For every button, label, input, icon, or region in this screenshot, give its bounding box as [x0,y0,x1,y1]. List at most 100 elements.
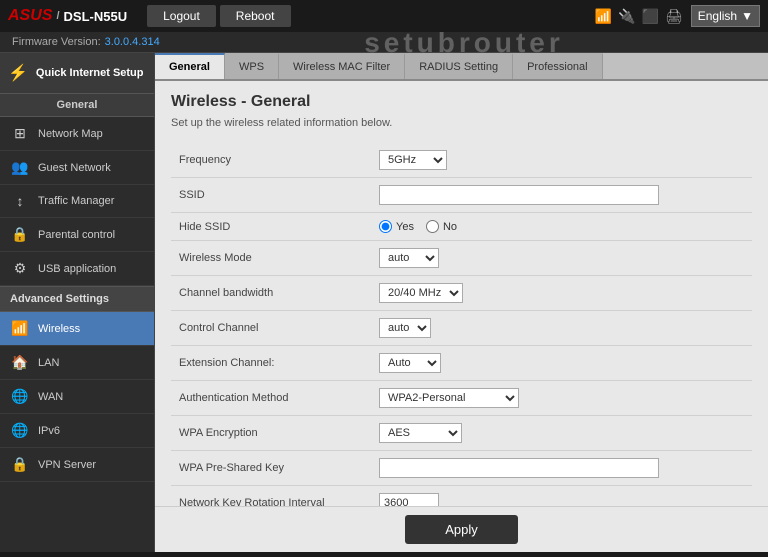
hide-ssid-yes-radio[interactable] [379,220,392,233]
table-row: WPA Pre-Shared Key [171,451,752,486]
sidebar-item-label: WAN [38,391,63,403]
wpa-encryption-select[interactable]: AES TKIP TKIP+AES [379,423,462,443]
hide-ssid-no-radio[interactable] [426,220,439,233]
vpn-server-icon: 🔒 [10,456,30,473]
tab-radius-setting[interactable]: RADIUS Setting [405,53,513,79]
table-row: Channel bandwidth 20 MHz 20/40 MHz 40 MH… [171,276,752,311]
wpa-psk-input[interactable] [379,458,659,478]
control-channel-control: auto 1234 5678 91011 [371,311,752,346]
status-icons: 📶 🔌 ⬛ 🖨 [595,8,683,25]
language-selector[interactable]: English ▼ [691,5,760,27]
tab-wps[interactable]: WPS [225,53,279,79]
wireless-mode-label: Wireless Mode [171,241,371,276]
firmware-version[interactable]: 3.0.0.4.314 [105,36,160,48]
tab-wireless-mac-filter[interactable]: Wireless MAC Filter [279,53,405,79]
tab-general[interactable]: General [155,53,225,79]
wpa-psk-label: WPA Pre-Shared Key [171,451,371,486]
form-subtitle: Set up the wireless related information … [171,117,752,129]
key-rotation-input[interactable] [379,493,439,506]
network-status-icon: 🔌 [618,8,635,25]
auth-method-label: Authentication Method [171,381,371,416]
form-title: Wireless - General [171,93,752,111]
channel-bandwidth-label: Channel bandwidth [171,276,371,311]
tabs-bar: General WPS Wireless MAC Filter RADIUS S… [155,53,768,81]
hide-ssid-yes[interactable]: Yes [379,220,414,233]
advanced-settings-header: Advanced Settings [0,286,154,312]
frequency-control: 2.4GHz 5GHz [371,143,752,178]
network-map-icon: ⊞ [10,125,30,142]
hide-ssid-control: Yes No [371,213,752,241]
sidebar-item-ipv6[interactable]: 🌐 IPv6 [0,414,154,448]
frequency-select[interactable]: 2.4GHz 5GHz [379,150,447,170]
ssid-input[interactable] [379,185,659,205]
sidebar: ⚡ Quick Internet Setup General ⊞ Network… [0,53,155,552]
hide-ssid-label: Hide SSID [171,213,371,241]
sidebar-item-label: IPv6 [38,425,60,437]
sidebar-item-wan[interactable]: 🌐 WAN [0,380,154,414]
sidebar-item-guest-network[interactable]: 👥 Guest Network [0,151,154,185]
sidebar-item-label: Wireless [38,323,80,335]
logo-model: DSL-N55U [64,9,128,24]
sidebar-item-label: USB application [38,263,116,275]
table-row: Network Key Rotation Interval [171,486,752,507]
table-row: Wireless Mode auto b only g only n only [171,241,752,276]
channel-bandwidth-control: 20 MHz 20/40 MHz 40 MHz [371,276,752,311]
hide-ssid-radio-group: Yes No [379,220,744,233]
extension-channel-select[interactable]: Auto Above Below [379,353,441,373]
logo-asus: ASUS [8,7,52,25]
top-bar: ASUS / DSL-N55U Logout Reboot 📶 🔌 ⬛ 🖨 En… [0,0,768,32]
firmware-label: Firmware Version: [12,36,101,48]
quick-setup-icon: ⚡ [8,63,28,83]
wireless-mode-select[interactable]: auto b only g only n only [379,248,439,268]
table-row: Extension Channel: Auto Above Below [171,346,752,381]
table-row: Authentication Method Open System WPA-Pe… [171,381,752,416]
channel-bandwidth-select[interactable]: 20 MHz 20/40 MHz 40 MHz [379,283,463,303]
ipv6-icon: 🌐 [10,422,30,439]
settings-table: Frequency 2.4GHz 5GHz SSID [171,143,752,506]
footer: Apply [155,506,768,552]
content-area: General WPS Wireless MAC Filter RADIUS S… [155,53,768,552]
quick-setup-label: Quick Internet Setup [36,66,144,80]
control-channel-label: Control Channel [171,311,371,346]
control-channel-select[interactable]: auto 1234 5678 91011 [379,318,431,338]
sidebar-item-label: Network Map [38,128,103,140]
top-right: 📶 🔌 ⬛ 🖨 English ▼ [595,5,760,27]
reboot-button[interactable]: Reboot [220,5,291,27]
wpa-psk-control [371,451,752,486]
quick-internet-setup[interactable]: ⚡ Quick Internet Setup [0,53,154,94]
sidebar-item-network-map[interactable]: ⊞ Network Map [0,117,154,151]
auth-method-control: Open System WPA-Personal WPA2-Personal W… [371,381,752,416]
sidebar-item-label: VPN Server [38,459,96,471]
guest-network-icon: 👥 [10,159,30,176]
language-label: English [698,9,737,23]
key-rotation-label: Network Key Rotation Interval [171,486,371,507]
parental-control-icon: 🔒 [10,226,30,243]
hide-ssid-no[interactable]: No [426,220,457,233]
logout-button[interactable]: Logout [147,5,216,27]
table-row: WPA Encryption AES TKIP TKIP+AES [171,416,752,451]
sidebar-item-usb-application[interactable]: ⚙ USB application [0,252,154,286]
sidebar-item-label: Guest Network [38,162,111,174]
sidebar-item-label: Parental control [38,229,115,241]
wpa-encryption-label: WPA Encryption [171,416,371,451]
sidebar-item-vpn-server[interactable]: 🔒 VPN Server [0,448,154,482]
ssid-label: SSID [171,178,371,213]
sidebar-item-label: Traffic Manager [38,195,114,207]
wireless-mode-control: auto b only g only n only [371,241,752,276]
auth-method-select[interactable]: Open System WPA-Personal WPA2-Personal W… [379,388,519,408]
apply-button[interactable]: Apply [405,515,518,544]
sidebar-item-label: LAN [38,357,59,369]
sidebar-item-traffic-manager[interactable]: ↕ Traffic Manager [0,185,154,218]
usb-application-icon: ⚙ [10,260,30,277]
sidebar-item-parental-control[interactable]: 🔒 Parental control [0,218,154,252]
general-section-header: General [0,94,154,117]
printer-status-icon: 🖨 [665,8,683,25]
table-row: Frequency 2.4GHz 5GHz [171,143,752,178]
lan-icon: 🏠 [10,354,30,371]
sidebar-item-lan[interactable]: 🏠 LAN [0,346,154,380]
sidebar-item-wireless[interactable]: 📶 Wireless [0,312,154,346]
table-row: SSID [171,178,752,213]
wifi-status-icon: 📶 [595,8,612,25]
tab-professional[interactable]: Professional [513,53,603,79]
key-rotation-control [371,486,752,507]
